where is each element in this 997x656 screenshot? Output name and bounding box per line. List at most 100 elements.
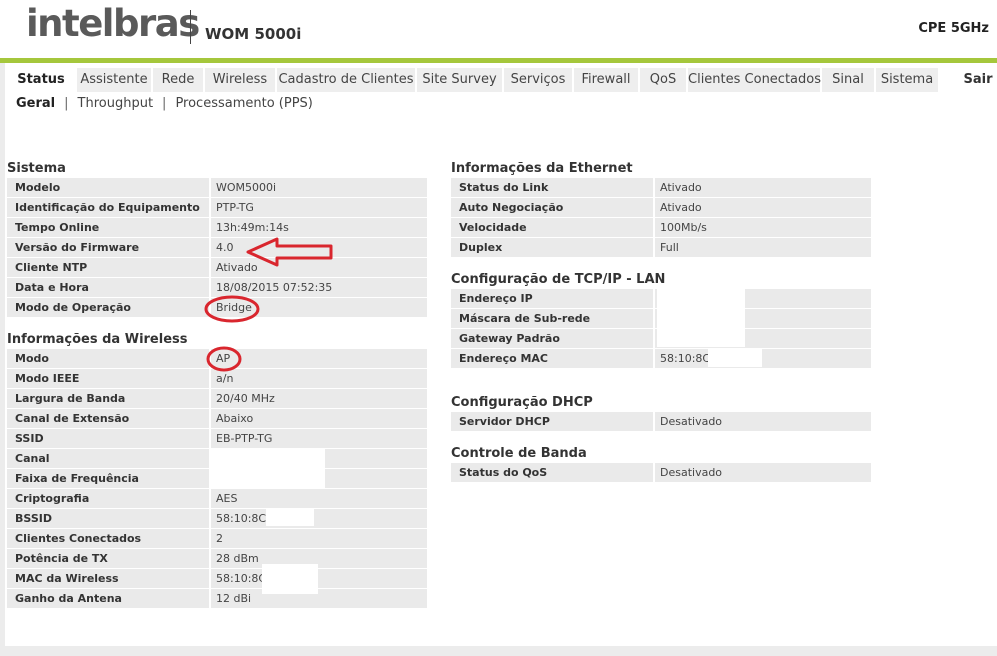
- info-row: Potência de TX 28 dBm: [7, 549, 427, 568]
- info-row: Ganho da Antena 12 dBi: [7, 589, 427, 608]
- row-value: 20/40 MHz: [211, 389, 427, 408]
- row-label: Endereço IP: [451, 289, 653, 308]
- row-value: 2: [211, 529, 427, 548]
- row-label: Cliente NTP: [7, 258, 209, 277]
- row-label: Criptografia: [7, 489, 209, 508]
- redaction-mask: [266, 509, 314, 526]
- info-row: Status do QoS Desativado: [451, 463, 871, 482]
- tab-qos[interactable]: QoS: [640, 68, 686, 92]
- row-label: Modo IEEE: [7, 369, 209, 388]
- row-label: Máscara de Sub-rede: [451, 309, 653, 328]
- row-label: Data e Hora: [7, 278, 209, 297]
- row-value: 28 dBm: [211, 549, 427, 568]
- tab-sinal[interactable]: Sinal: [822, 68, 874, 92]
- info-row: Auto Negociação Ativado: [451, 198, 871, 217]
- row-value: WOM5000i: [211, 178, 427, 197]
- header: intelbras WOM 5000i CPE 5GHz: [0, 0, 997, 58]
- info-row: Status do Link Ativado: [451, 178, 871, 197]
- row-label: Modo: [7, 349, 209, 368]
- row-label: Auto Negociação: [451, 198, 653, 217]
- redaction-mask: [211, 448, 325, 488]
- logo-divider: [190, 10, 191, 44]
- row-value: 58:10:8C:: [211, 509, 427, 528]
- row-label: Status do Link: [451, 178, 653, 197]
- device-model: WOM 5000i: [205, 25, 302, 43]
- row-value: 58:10:8C:: [655, 349, 871, 368]
- info-row: Cliente NTP Ativado: [7, 258, 427, 277]
- row-label: Modo de Operação: [7, 298, 209, 317]
- subnav-geral[interactable]: Geral: [16, 96, 55, 111]
- info-row: Modelo WOM5000i: [7, 178, 427, 197]
- tab-assistente[interactable]: Assistente: [77, 68, 151, 92]
- row-label: Status do QoS: [451, 463, 653, 482]
- tcpip-title: Configuração de TCP/IP - LAN: [451, 272, 666, 287]
- wireless-title: Informações da Wireless: [7, 332, 188, 347]
- info-row: SSID EB-PTP-TG: [7, 429, 427, 448]
- row-label: Modelo: [7, 178, 209, 197]
- info-row: Largura de Banda 20/40 MHz: [7, 389, 427, 408]
- row-value: 58:10:8C: [211, 569, 427, 588]
- subnav-separator: |: [64, 96, 69, 111]
- info-row: BSSID 58:10:8C:: [7, 509, 427, 528]
- info-row: Duplex Full: [451, 238, 871, 257]
- row-label: Endereço MAC: [451, 349, 653, 368]
- row-value: Abaixo: [211, 409, 427, 428]
- info-row: Endereço MAC 58:10:8C:: [451, 349, 871, 368]
- info-row: MAC da Wireless 58:10:8C: [7, 569, 427, 588]
- row-value: PTP-TG: [211, 198, 427, 217]
- row-label: MAC da Wireless: [7, 569, 209, 588]
- red-circle-annotation: [206, 346, 242, 372]
- row-value: Desativado: [655, 412, 871, 431]
- banda-title: Controle de Banda: [451, 446, 587, 461]
- row-value: AES: [211, 489, 427, 508]
- tab-wireless[interactable]: Wireless: [205, 68, 275, 92]
- info-row: Velocidade 100Mb/s: [451, 218, 871, 237]
- row-label: Ganho da Antena: [7, 589, 209, 608]
- info-row: Canal de Extensão Abaixo: [7, 409, 427, 428]
- logout-link[interactable]: Sair: [959, 68, 997, 92]
- tab-firewall[interactable]: Firewall: [574, 68, 638, 92]
- row-label: Canal de Extensão: [7, 409, 209, 428]
- row-label: Canal: [7, 449, 209, 468]
- tab-status[interactable]: Status: [7, 68, 75, 92]
- row-label: Velocidade: [451, 218, 653, 237]
- row-value: Desativado: [655, 463, 871, 482]
- tab-rede[interactable]: Rede: [153, 68, 203, 92]
- info-row: Identificação do Equipamento PTP-TG: [7, 198, 427, 217]
- row-label: Servidor DHCP: [451, 412, 653, 431]
- info-row: Versão do Firmware 4.0: [7, 238, 427, 257]
- info-row: Criptografia AES: [7, 489, 427, 508]
- row-value: 12 dBi: [211, 589, 427, 608]
- sub-navigation: Geral | Throughput | Processamento (PPS): [16, 96, 313, 111]
- subnav-throughput[interactable]: Throughput: [78, 96, 154, 111]
- sistema-title: Sistema: [7, 161, 66, 176]
- tab-sistema[interactable]: Sistema: [876, 68, 938, 92]
- row-value: 13h:49m:14s: [211, 218, 427, 237]
- tab-site-survey[interactable]: Site Survey: [417, 68, 502, 92]
- subnav-separator: |: [162, 96, 167, 111]
- row-label: Identificação do Equipamento: [7, 198, 209, 217]
- red-arrow-annotation: [246, 237, 333, 267]
- tab-bar: Status Assistente Rede Wireless Cadastro…: [5, 68, 997, 92]
- row-value: Full: [655, 238, 871, 257]
- row-label: Gateway Padrão: [451, 329, 653, 348]
- row-label: Versão do Firmware: [7, 238, 209, 257]
- row-label: Faixa de Frequência: [7, 469, 209, 488]
- dhcp-title: Configuração DHCP: [451, 395, 593, 410]
- redaction-mask: [708, 349, 762, 367]
- tab-servicos[interactable]: Serviços: [504, 68, 572, 92]
- row-value: Ativado: [655, 198, 871, 217]
- row-label: Tempo Online: [7, 218, 209, 237]
- tab-cadastro-clientes[interactable]: Cadastro de Clientes: [277, 68, 415, 92]
- row-label: BSSID: [7, 509, 209, 528]
- row-label: SSID: [7, 429, 209, 448]
- subnav-processamento[interactable]: Processamento (PPS): [175, 96, 312, 111]
- row-label: Largura de Banda: [7, 389, 209, 408]
- intelbras-logo: intelbras: [26, 2, 200, 45]
- row-value: Ativado: [655, 178, 871, 197]
- row-label: Potência de TX: [7, 549, 209, 568]
- ethernet-title: Informações da Ethernet: [451, 161, 633, 176]
- redaction-mask: [657, 289, 745, 347]
- tab-clientes-conectados[interactable]: Clientes Conectados: [688, 68, 821, 92]
- row-label: Clientes Conectados: [7, 529, 209, 548]
